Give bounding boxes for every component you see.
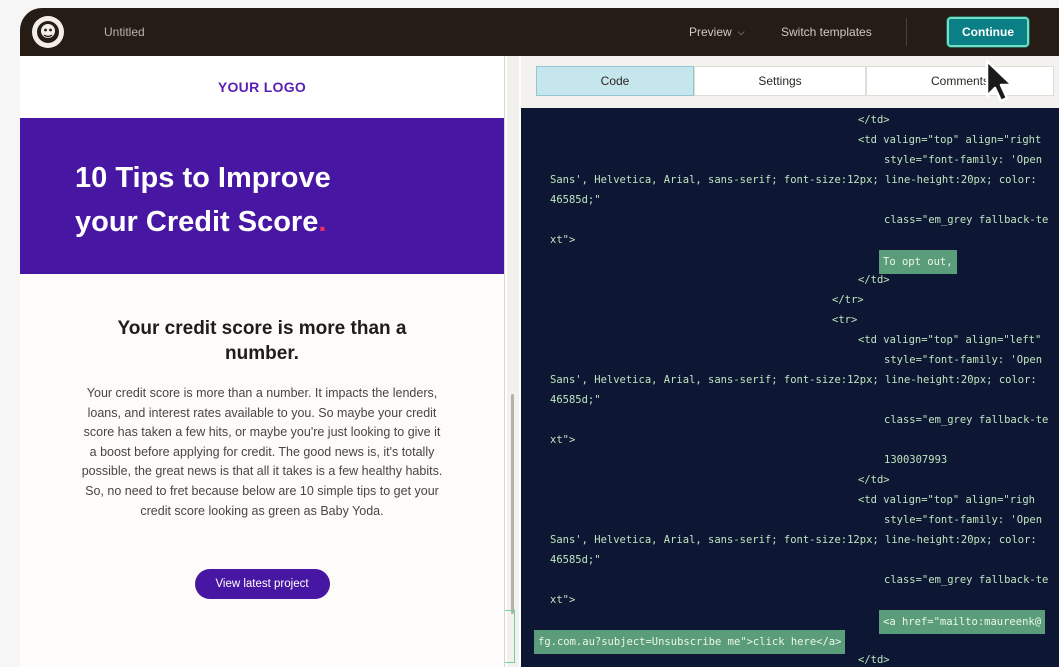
tab-settings[interactable]: Settings [694,66,866,96]
code-line: style="font-family: 'Open [884,154,1043,166]
code-line: xt"> [550,434,576,446]
view-latest-project-button[interactable]: View latest project [194,569,330,600]
app-window: Untitled Preview ⌵ Switch templates Cont… [20,8,1059,667]
document-title[interactable]: Untitled [104,25,145,39]
code-line: 46585d;" [550,394,601,406]
tab-comments[interactable]: Comments [866,66,1054,96]
preview-label: Preview [689,25,732,39]
code-area[interactable]: </td> <td valign="top" align="right styl… [521,108,1059,667]
preview-dropdown[interactable]: Preview ⌵ [689,25,745,39]
code-line: style="font-family: 'Open [884,354,1043,366]
code-line: </td> [858,654,890,666]
code-line: Sans', Helvetica, Arial, sans-serif; fon… [550,374,1037,386]
code-line: class="em_grey fallback-te [884,574,1049,586]
code-line: <tr> [832,314,858,326]
divider [906,18,907,46]
code-line: xt"> [550,234,576,246]
code-line-highlighted: <a href="mailto:maureenk@ [521,610,1059,634]
email-preview-pane: YOUR LOGO 10 Tips to Improve your Credit… [20,56,505,667]
code-line: 46585d;" [550,194,601,206]
switch-templates-link[interactable]: Switch templates [781,25,872,39]
code-line: Sans', Helvetica, Arial, sans-serif; fon… [550,174,1037,186]
code-line-highlighted: To opt out, [521,250,1059,274]
body-heading: Your credit score is more than a number. [117,318,407,364]
code-line: </tr> [832,294,864,306]
body-paragraph: Your credit score is more than a number.… [81,386,443,518]
email-logo-band: YOUR LOGO [20,56,504,118]
code-line: </td> [858,274,890,286]
email-body: Your credit score is more than a number.… [20,274,504,600]
hero-title-text: 10 Tips to Improve your Credit Score [75,162,331,238]
editor-tabs: Code Settings Comments [521,56,1059,108]
mailchimp-logo-icon[interactable] [32,16,64,48]
code-editor-panel: Code Settings Comments </td> <td valign=… [521,56,1059,667]
chevron-down-icon: ⌵ [737,26,745,37]
code-line-highlighted: fg.com.au?subject=Unsubscribe me">click … [521,630,1059,654]
code-line: Sans', Helvetica, Arial, sans-serif; fon… [550,534,1037,546]
mouse-cursor-icon [985,59,1014,103]
code-line: </td> [858,114,890,126]
preview-scrollbar[interactable] [507,56,519,667]
tab-code[interactable]: Code [536,66,694,96]
code-line: <td valign="top" align="right [858,134,1042,146]
code-line: 1300307993 [884,454,948,466]
code-line: class="em_grey fallback-te [884,414,1049,426]
selection-frame [505,610,515,663]
code-line: 46585d;" [550,554,601,566]
top-bar: Untitled Preview ⌵ Switch templates Cont… [20,8,1059,56]
code-line: <td valign="top" align="righ [858,494,1036,506]
hero-title: 10 Tips to Improve your Credit Score. [75,156,375,244]
continue-button[interactable]: Continue [947,17,1029,47]
code-line: xt"> [550,594,576,606]
code-line: </td> [858,474,890,486]
preview-scrollbar-thumb[interactable] [511,394,514,614]
hero-title-dot: . [318,206,327,238]
email-hero: 10 Tips to Improve your Credit Score. [20,118,504,274]
code-line: <td valign="top" align="left" [858,334,1042,346]
code-line: style="font-family: 'Open [884,514,1043,526]
code-line: class="em_grey fallback-te [884,214,1049,226]
email-logo-text: YOUR LOGO [217,79,307,95]
